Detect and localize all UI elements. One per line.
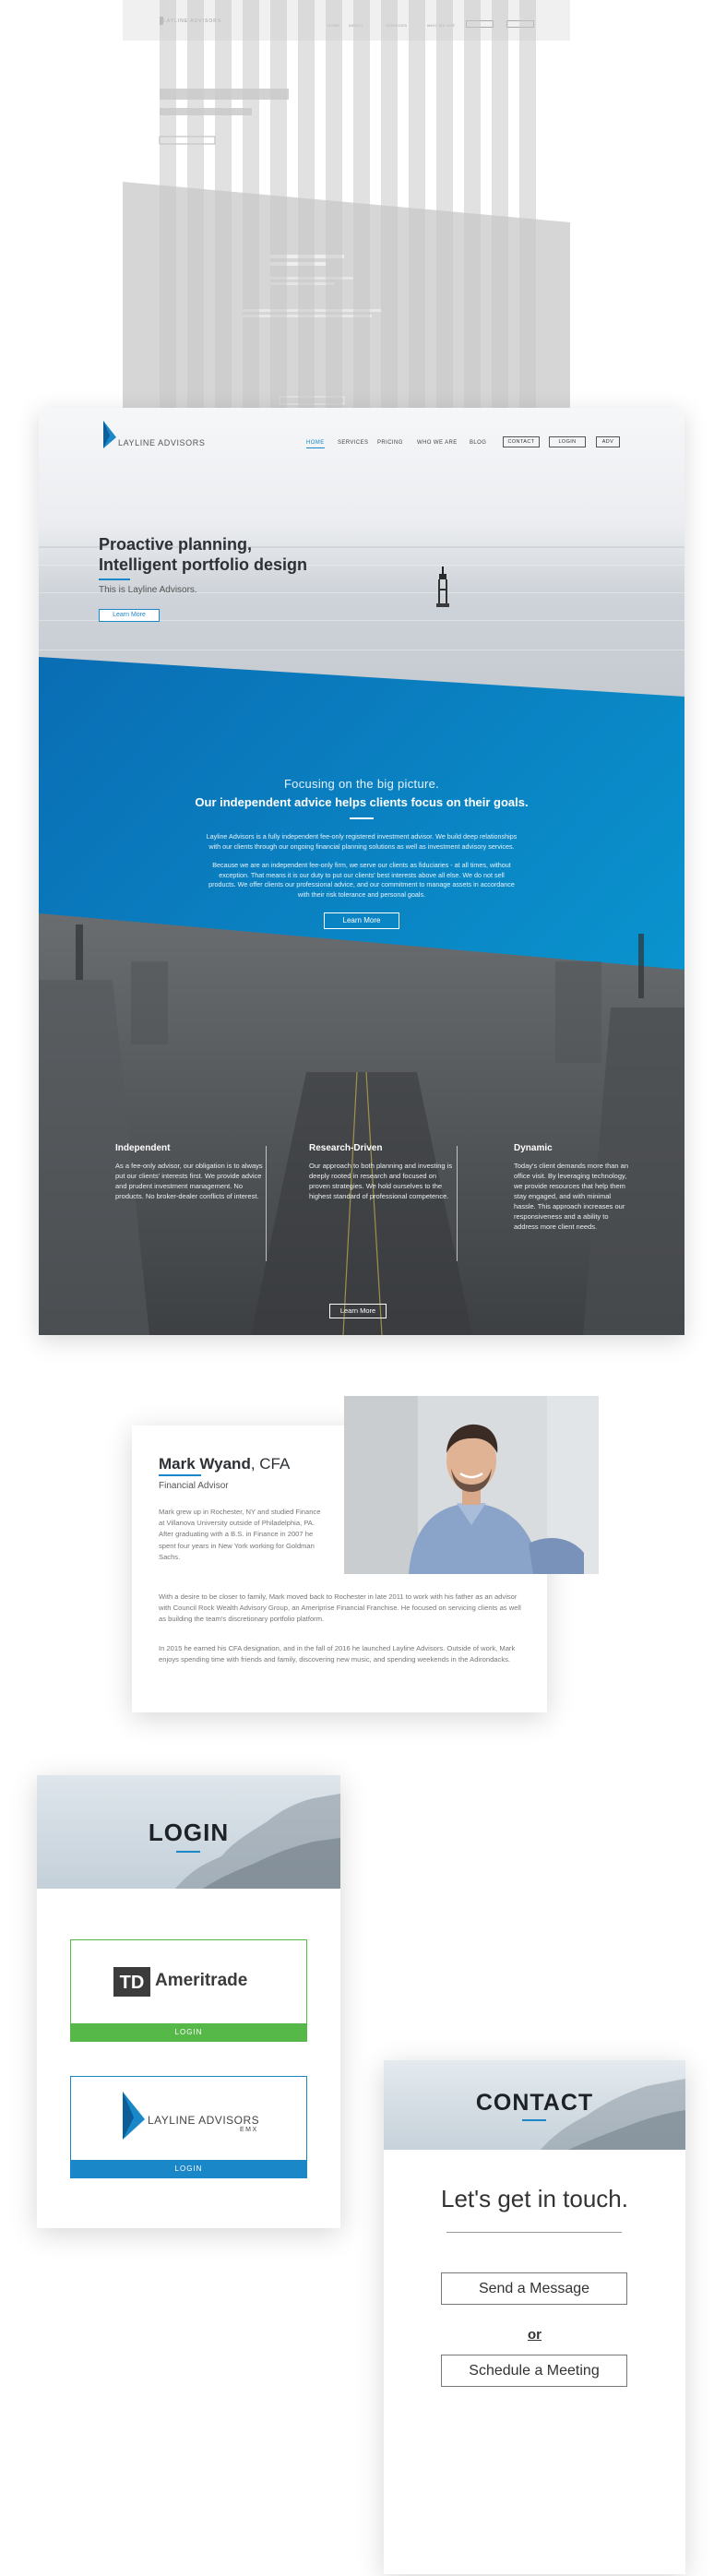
- feature-research-driven: Research-Driven Our approach to both pla…: [309, 1143, 457, 1201]
- layline-sail-logo-icon: [123, 2092, 145, 2140]
- login-card: LOGIN TD Ameritrade LOGIN LAYLINE ADVISO…: [37, 1775, 340, 2228]
- feature-dynamic: Dynamic Today's client demands more than…: [514, 1143, 629, 1232]
- advisor-role: Financial Advisor: [159, 1481, 229, 1491]
- site-logo-text[interactable]: LAYLINE ADVISORS: [118, 438, 205, 447]
- wireframe-header: LAYLINE ADVISORS HOME ABOUT SERVICES WHO…: [123, 0, 570, 41]
- layline-sail-logo-icon[interactable]: [101, 421, 116, 448]
- nav-pricing[interactable]: PRICING: [377, 440, 403, 446]
- layline-emx-label: EMX: [240, 2127, 258, 2133]
- login-title: LOGIN: [148, 1819, 230, 1846]
- feature-title: Research-Driven: [309, 1143, 383, 1153]
- contact-divider: [446, 2232, 622, 2233]
- layline-name: LAYLINE ADVISORS: [148, 2114, 260, 2127]
- wireframe-button: [506, 20, 534, 28]
- mission-subheading: Our independent advice helps clients foc…: [195, 795, 529, 809]
- nav-home[interactable]: HOME: [306, 440, 325, 448]
- feature-text: Our approach to both planning and invest…: [309, 1162, 453, 1200]
- mission-learn-more-button[interactable]: Learn More: [324, 912, 399, 929]
- advisor-portrait-photo: [344, 1396, 599, 1574]
- bio-paragraph: In 2015 he earned his CFA designation, a…: [159, 1644, 516, 1664]
- nav-services[interactable]: SERVICES: [338, 440, 368, 446]
- mission-rule: [350, 817, 374, 819]
- wireframe-logo-text: LAYLINE ADVISORS: [163, 18, 222, 24]
- mission-section: Focusing on the big picture. Our indepen…: [39, 777, 684, 929]
- contact-title: CONTACT: [475, 2090, 594, 2116]
- layline-login-button[interactable]: LOGIN: [70, 2160, 307, 2178]
- hero-title-line: Proactive planning,: [99, 535, 253, 554]
- hero-subtitle: This is Layline Advisors.: [99, 585, 197, 595]
- td-mark-text: TD: [120, 1973, 145, 1993]
- wireframe-mockup: LAYLINE ADVISORS HOME ABOUT SERVICES WHO…: [123, 0, 570, 408]
- advisor-name-text: Mark Wyand: [159, 1455, 251, 1473]
- nav-who-we-are[interactable]: WHO WE ARE: [417, 440, 458, 446]
- contact-title-rule: [522, 2119, 546, 2121]
- mission-heading: Focusing on the big picture.: [283, 777, 440, 791]
- nav-blog[interactable]: BLOG: [470, 440, 486, 446]
- contact-card: CONTACT Let's get in touch. Send a Messa…: [384, 2060, 685, 2574]
- feature-text: Today's client demands more than an offi…: [514, 1162, 629, 1231]
- hero-title: Proactive planning, Intelligent portfoli…: [99, 534, 394, 575]
- wireframe-nav-item: WHO WE ARE: [427, 23, 456, 28]
- login-title-rule: [176, 1851, 200, 1853]
- wireframe-nav-item: SERVICES: [386, 23, 408, 28]
- feature-divider: [457, 1146, 458, 1261]
- login-nav-button[interactable]: LOGIN: [549, 436, 586, 447]
- wireframe-nav-item: ABOUT: [349, 23, 363, 28]
- layline-emx-login-option[interactable]: LAYLINE ADVISORS EMX LOGIN: [70, 2076, 307, 2178]
- homepage-mockup: LAYLINE ADVISORS HOME SERVICES PRICING W…: [39, 408, 684, 1335]
- mission-paragraph: Because we are an independent fee-only f…: [208, 861, 515, 899]
- hero-title-line: Intelligent portfolio design: [99, 555, 307, 574]
- advisor-name: Mark Wyand, CFA: [159, 1455, 290, 1473]
- bio-paragraph: Mark grew up in Rochester, NY and studie…: [159, 1508, 321, 1561]
- wireframe-layout-shapes: [123, 41, 570, 408]
- wireframe-button: [466, 20, 494, 28]
- feature-divider: [266, 1146, 267, 1261]
- advisor-credential: , CFA: [250, 1455, 291, 1473]
- features-learn-more-button[interactable]: Learn More: [329, 1304, 387, 1318]
- site-header: LAYLINE ADVISORS HOME SERVICES PRICING W…: [39, 408, 684, 463]
- contact-subtitle: Let's get in touch.: [441, 2185, 628, 2212]
- bio-paragraph: With a desire to be closer to family, Ma…: [159, 1592, 521, 1624]
- feature-independent: Independent As a fee-only advisor, our o…: [115, 1143, 263, 1201]
- adv-nav-button[interactable]: ADV: [596, 436, 620, 447]
- portrait-illustration: [344, 1396, 599, 1574]
- feature-title: Dynamic: [514, 1143, 553, 1153]
- send-message-button[interactable]: Send a Message: [441, 2272, 627, 2305]
- ameritrade-name: Ameritrade: [155, 1971, 248, 1990]
- contact-or-text: or: [528, 2327, 542, 2343]
- schedule-meeting-button[interactable]: Schedule a Meeting: [441, 2355, 627, 2387]
- ameritrade-login-option[interactable]: TD Ameritrade LOGIN: [70, 1939, 307, 2042]
- td-ameritrade-logo-icon: TD: [113, 1967, 150, 1997]
- hero-learn-more-button[interactable]: Learn More: [99, 609, 160, 622]
- mission-paragraph: Layline Advisors is a fully independent …: [206, 832, 518, 851]
- ameritrade-login-button[interactable]: LOGIN: [70, 2023, 307, 2042]
- hero-accent-rule: [99, 578, 130, 580]
- contact-nav-button[interactable]: CONTACT: [503, 436, 540, 447]
- feature-text: As a fee-only advisor, our obligation is…: [115, 1162, 263, 1200]
- wireframe-nav-item: HOME: [327, 23, 340, 28]
- advisor-name-rule: [159, 1474, 201, 1476]
- feature-title: Independent: [115, 1143, 171, 1153]
